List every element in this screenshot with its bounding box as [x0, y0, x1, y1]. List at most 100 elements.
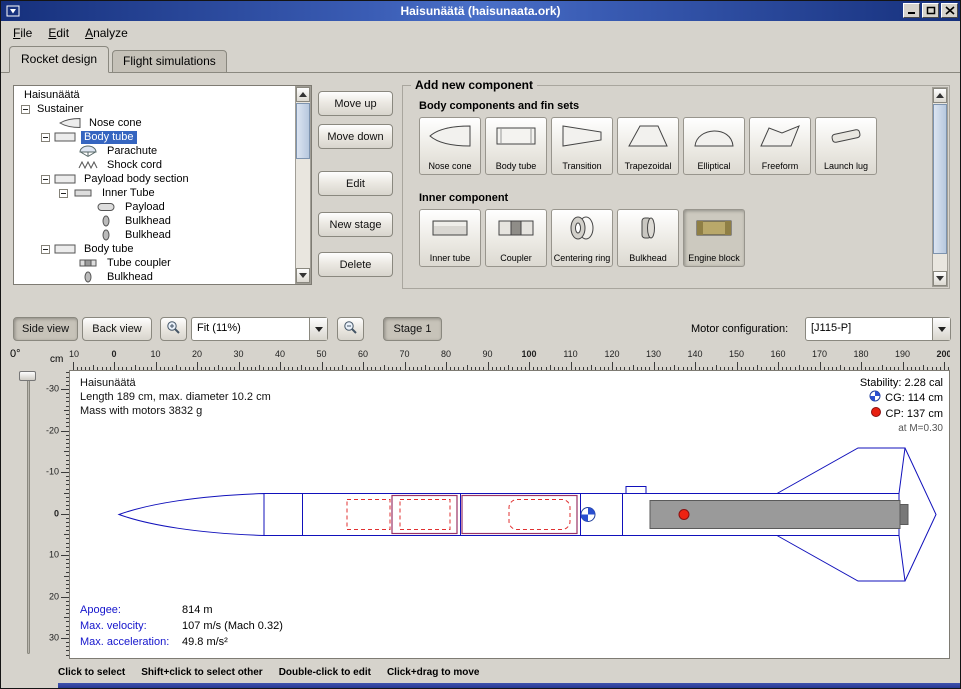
- title-bar: Haisunäätä (haisunaata.ork): [1, 1, 960, 21]
- side-view-button[interactable]: Side view: [13, 317, 78, 341]
- launch-lug-shape[interactable]: [626, 487, 646, 494]
- inner-tube-icon: [428, 214, 472, 242]
- cp-marker: [679, 510, 689, 520]
- add-nose-cone-button[interactable]: Nose cone: [419, 117, 481, 175]
- add-transition-button[interactable]: Transition: [551, 117, 613, 175]
- nose-cone-shape[interactable]: [119, 494, 264, 536]
- add-centering-ring-button[interactable]: Centering ring: [551, 209, 613, 267]
- tab-flight-simulations[interactable]: Flight simulations: [112, 50, 227, 73]
- tree-item[interactable]: Body tube: [15, 242, 295, 256]
- zoom-in-icon: [166, 320, 181, 338]
- add-trapezoidal-fin-button[interactable]: Trapezoidal: [617, 117, 679, 175]
- tree-item[interactable]: Inner Tube: [15, 186, 295, 200]
- add-coupler-button[interactable]: Coupler: [485, 209, 547, 267]
- maximize-button[interactable]: [922, 3, 939, 18]
- add-inner-tube-button[interactable]: Inner tube: [419, 209, 481, 267]
- scrollbar-thumb[interactable]: [296, 103, 310, 159]
- tree-item[interactable]: Bulkhead: [15, 270, 295, 283]
- parachute-shape[interactable]: [347, 500, 390, 530]
- fin-top-shape[interactable]: [777, 448, 905, 494]
- add-body-tube-button[interactable]: Body tube: [485, 117, 547, 175]
- add-freeform-fin-button[interactable]: Freeform: [749, 117, 811, 175]
- tree-item[interactable]: Nose cone: [15, 116, 295, 130]
- tree-expander-icon[interactable]: [59, 189, 68, 198]
- add-component-title: Add new component: [411, 78, 537, 92]
- close-button[interactable]: [941, 3, 958, 18]
- new-stage-button[interactable]: New stage: [318, 212, 393, 237]
- add-engine-block-button[interactable]: Engine block: [683, 209, 745, 267]
- design-canvas[interactable]: Haisunäätä Length 189 cm, max. diameter …: [69, 370, 950, 659]
- tree-scrollbar[interactable]: [295, 86, 311, 284]
- add-elliptical-fin-button[interactable]: Elliptical: [683, 117, 745, 175]
- tree-item[interactable]: Body tube: [15, 130, 295, 144]
- minimize-button[interactable]: [903, 3, 920, 18]
- add-launch-lug-button[interactable]: Launch lug: [815, 117, 877, 175]
- fin-bottom-shape[interactable]: [777, 536, 905, 582]
- menu-bar: File Edit Analyze: [1, 21, 960, 44]
- tree-item[interactable]: Bulkhead: [15, 228, 295, 242]
- dropdown-arrow-icon[interactable]: [309, 318, 327, 340]
- tree-item[interactable]: Shock cord: [15, 158, 295, 172]
- window-menu-icon[interactable]: [5, 4, 21, 18]
- tube-coupler-shape[interactable]: [392, 496, 457, 534]
- component-panel-scrollbar[interactable]: [932, 87, 948, 287]
- velocity-value: 107 m/s (Mach 0.32): [182, 620, 283, 632]
- coupler-icon: [494, 214, 538, 242]
- menu-file[interactable]: File: [5, 23, 40, 43]
- hint-double-click: Double-click to edit: [279, 667, 371, 678]
- tube-coupler-icon: [77, 257, 101, 269]
- shock-cord-shape[interactable]: [400, 500, 450, 530]
- cg-icon: [869, 390, 881, 406]
- move-down-button[interactable]: Move down: [318, 124, 393, 149]
- body-tube-icon: [494, 122, 538, 150]
- freeform-fin-icon: [758, 122, 802, 150]
- horizontal-ruler: -100102030405060708090100110120130140150…: [69, 349, 950, 370]
- move-up-button[interactable]: Move up: [318, 91, 393, 116]
- scroll-up-icon[interactable]: [933, 88, 947, 103]
- dropdown-arrow-icon[interactable]: [932, 318, 950, 340]
- tree-item[interactable]: Haisunäätä: [15, 88, 295, 102]
- payload-shape[interactable]: [509, 500, 570, 530]
- scroll-down-icon[interactable]: [296, 268, 310, 283]
- tree-item[interactable]: Payload body section: [15, 172, 295, 186]
- menu-edit[interactable]: Edit: [40, 23, 77, 43]
- tree-item[interactable]: Tube coupler: [15, 256, 295, 270]
- motor-configuration-label: Motor configuration:: [691, 323, 788, 335]
- edit-button[interactable]: Edit: [318, 171, 393, 196]
- scroll-down-icon[interactable]: [933, 271, 947, 286]
- rotation-slider-handle[interactable]: [19, 371, 36, 381]
- elliptical-fin-icon: [692, 122, 736, 150]
- inner-components-row: Inner tube Coupler Centering ring Bulkhe…: [419, 209, 745, 267]
- motor-configuration-select[interactable]: [J115-P]: [805, 317, 951, 341]
- inner-tube-shape[interactable]: [462, 496, 577, 534]
- bulkhead-icon: [77, 271, 101, 283]
- tree-expander-icon[interactable]: [41, 175, 50, 184]
- delete-button[interactable]: Delete: [318, 252, 393, 277]
- menu-analyze[interactable]: Analyze: [77, 23, 136, 43]
- zoom-select[interactable]: Fit (11%): [191, 317, 328, 341]
- scroll-up-icon[interactable]: [296, 87, 310, 102]
- nose-cone-icon: [59, 117, 83, 129]
- tree-item[interactable]: Parachute: [15, 144, 295, 158]
- trapezoidal-fin-icon: [626, 122, 670, 150]
- tree-item[interactable]: Payload: [15, 200, 295, 214]
- inner-component-section-title: Inner component: [419, 192, 508, 204]
- stage-1-button[interactable]: Stage 1: [383, 317, 442, 341]
- tree-expander-icon[interactable]: [41, 133, 50, 142]
- tree-expander-icon[interactable]: [21, 105, 30, 114]
- zoom-in-button[interactable]: [160, 317, 187, 341]
- add-bulkhead-button[interactable]: Bulkhead: [617, 209, 679, 267]
- tree-expander-icon[interactable]: [41, 245, 50, 254]
- hint-shift-click: Shift+click to select other: [141, 667, 262, 678]
- rotation-slider[interactable]: [27, 373, 30, 654]
- back-view-button[interactable]: Back view: [82, 317, 152, 341]
- tab-rocket-design[interactable]: Rocket design: [9, 46, 109, 73]
- rocket-length: Length 189 cm, max. diameter 10.2 cm: [80, 390, 271, 404]
- scrollbar-thumb[interactable]: [933, 104, 947, 254]
- tree-item[interactable]: Sustainer: [15, 102, 295, 116]
- acceleration-label: Max. acceleration:: [80, 634, 182, 650]
- fin-side-shape[interactable]: [905, 448, 936, 581]
- tree-item[interactable]: Bulkhead: [15, 214, 295, 228]
- motor-nozzle-shape: [900, 505, 908, 525]
- zoom-out-button[interactable]: [337, 317, 364, 341]
